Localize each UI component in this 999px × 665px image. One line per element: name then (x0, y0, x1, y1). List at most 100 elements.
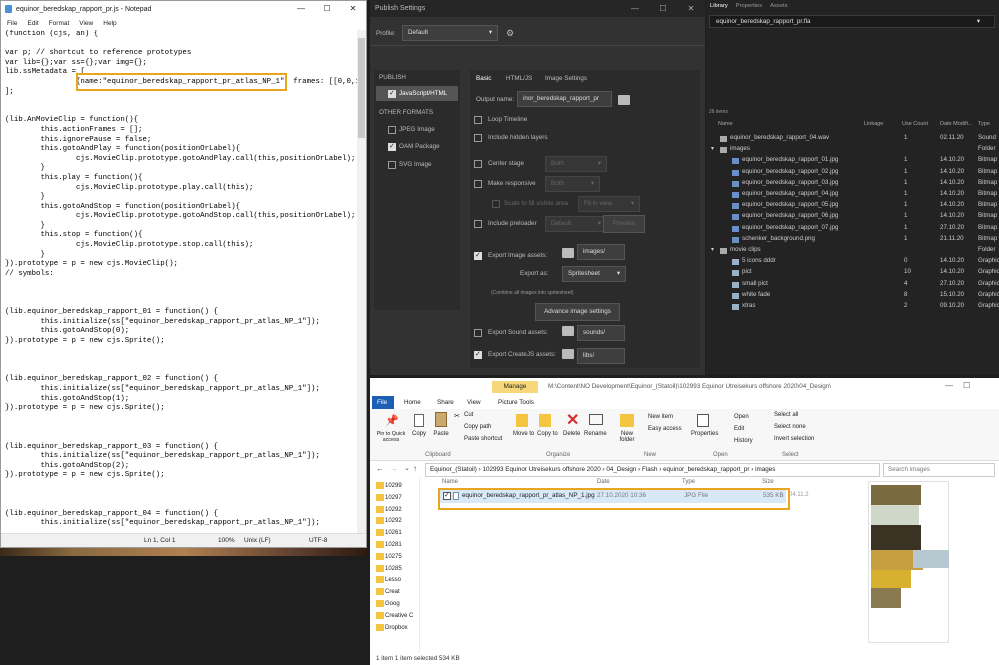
nav-folder-item[interactable]: 10261 (376, 528, 402, 538)
maximize-icon[interactable]: ☐ (314, 1, 340, 17)
copy-to-button[interactable]: Copy to (537, 431, 558, 437)
menu-edit[interactable]: Edit (27, 20, 38, 27)
responsive-checkbox[interactable] (474, 180, 482, 188)
javascript-checkbox[interactable] (388, 89, 396, 98)
minimize-icon[interactable]: — (288, 1, 314, 17)
code-editor[interactable]: (function (cjs, an) { var p; // shortcut… (5, 30, 359, 533)
hidden-layers-checkbox[interactable] (474, 134, 482, 142)
tab-properties[interactable]: Properties (736, 0, 762, 12)
nav-folder-item[interactable]: 10297 (376, 493, 402, 503)
select-none-button[interactable]: Select none (774, 424, 806, 430)
recent-icon[interactable]: ⌄ (404, 464, 410, 472)
invert-selection-button[interactable]: Invert selection (774, 436, 814, 442)
svg-checkbox[interactable] (388, 161, 396, 169)
col-linkage[interactable]: Linkage (864, 121, 883, 127)
nav-folder-item[interactable]: Dropbox (376, 623, 408, 633)
manage-tab[interactable]: Manage (492, 381, 538, 393)
maximize-icon[interactable]: ☐ (649, 0, 677, 17)
library-row[interactable]: small pict 4 27.10.20 Graphic (706, 279, 999, 290)
delete-button[interactable]: Delete (563, 431, 580, 437)
col-name[interactable]: Name (442, 479, 458, 485)
menu-view[interactable]: View (79, 20, 93, 27)
center-stage-select[interactable]: Both ▾ (545, 156, 607, 172)
folder-icon[interactable] (562, 349, 574, 359)
breadcrumb-item[interactable]: Flash (642, 466, 657, 473)
responsive-select[interactable]: Both ▾ (545, 176, 600, 192)
copy-path-button[interactable]: Copy path (464, 424, 491, 430)
folder-icon[interactable] (562, 248, 574, 258)
library-row[interactable]: equinor_beredskap_rapport_07.jpg 1 27.10.2… (706, 223, 999, 234)
vertical-scrollbar[interactable] (357, 30, 366, 533)
rename-button[interactable]: Rename (584, 431, 607, 437)
new-folder-button[interactable]: New folder (616, 431, 638, 443)
library-row[interactable]: schenker_background.png 1 21.11.20 Bitmap (706, 234, 999, 245)
close-icon[interactable]: ✕ (677, 0, 705, 17)
nav-folder-item[interactable]: Lesso (375, 575, 401, 585)
tab-home[interactable]: Home (404, 399, 421, 406)
paste-button[interactable]: Paste (431, 431, 451, 437)
library-row[interactable]: equinor_beredskap_rapport_02.jpg 1 14.10.2… (706, 167, 999, 178)
minimize-icon[interactable]: — (945, 381, 953, 390)
breadcrumb-item[interactable]: Equinor_(Statoil) (430, 466, 477, 473)
col-name[interactable]: Name (718, 121, 733, 127)
nav-folder-item[interactable]: Creat (376, 587, 400, 597)
scale-checkbox[interactable] (492, 200, 500, 208)
library-row[interactable]: equinor_beredskap_rapport_06.jpg 1 14.10.2… (706, 211, 999, 222)
breadcrumb-item[interactable]: 102993 Equinor Utreisekurs offshore 2020 (483, 466, 601, 473)
expand-icon[interactable]: ▾ (711, 246, 714, 253)
copy-button[interactable]: Copy (411, 431, 427, 437)
output-name-input[interactable]: inor_beredskap_rapport_pr (517, 91, 612, 107)
nav-folder-item[interactable]: 10292 (376, 516, 402, 526)
folder-icon[interactable] (618, 95, 630, 105)
jpeg-checkbox[interactable] (388, 126, 396, 134)
library-row[interactable]: xtras 2 09.10.20 Graphic (706, 301, 999, 312)
tab-assets[interactable]: Assets (770, 0, 787, 12)
nav-folder-item[interactable]: 10292 (376, 505, 402, 515)
advanced-image-settings-button[interactable]: Advance image settings (535, 303, 620, 321)
library-row[interactable]: pict 10 14.10.20 Graphic (706, 267, 999, 278)
menu-format[interactable]: Format (49, 20, 70, 27)
library-row[interactable]: equinor_beredskap_rapport_05.jpg 1 14.10.2… (706, 200, 999, 211)
paste-shortcut-button[interactable]: Paste shortcut (464, 436, 502, 442)
preview-button[interactable]: Preview (603, 215, 645, 233)
library-row[interactable]: equinor_beredskap_rapport_03.jpg 1 14.10.2… (706, 178, 999, 189)
nav-folder-item[interactable]: 10281 (376, 540, 402, 550)
close-icon[interactable]: ✕ (340, 1, 366, 17)
loop-checkbox[interactable] (474, 116, 482, 124)
move-to-button[interactable]: Move to (513, 431, 534, 437)
back-icon[interactable]: ← (376, 464, 384, 473)
properties-button[interactable]: Properties (691, 431, 718, 437)
minimize-icon[interactable]: — (621, 0, 649, 17)
export-images-checkbox[interactable] (474, 251, 482, 260)
export-sound-checkbox[interactable] (474, 329, 482, 337)
nav-folder-item[interactable]: 10299 (376, 481, 402, 491)
nav-folder-item[interactable]: 10275 (376, 552, 402, 562)
tab-library[interactable]: Library (710, 0, 728, 12)
scrollbar-thumb[interactable] (358, 38, 365, 138)
easy-access-button[interactable]: Easy access (648, 426, 682, 432)
gear-icon[interactable]: ⚙ (506, 28, 514, 39)
library-row[interactable]: equinor_beredskap_rapport_04.wav 1 02.11.2… (706, 133, 999, 144)
preloader-select[interactable]: Default ▾ (545, 216, 607, 232)
sounds-folder-input[interactable]: sounds/ (577, 325, 625, 341)
export-createjs-checkbox[interactable] (474, 350, 482, 359)
col-use-count[interactable]: Use Count (902, 121, 928, 127)
col-type[interactable]: Type (978, 121, 990, 127)
library-row[interactable]: white fade 8 15.10.20 Graphic (706, 290, 999, 301)
tab-image-settings[interactable]: Image Settings (545, 75, 587, 82)
images-folder-input[interactable]: images/ (577, 244, 625, 260)
col-date[interactable]: Date (597, 479, 610, 485)
new-item-button[interactable]: New item (648, 414, 673, 420)
search-input[interactable]: Search images (883, 463, 995, 477)
scale-select[interactable]: Fit in view ▾ (578, 196, 640, 212)
breadcrumb-item[interactable]: 04_Design (606, 466, 636, 473)
library-row[interactable]: 5 icons dddr 0 14.10.20 Graphic (706, 256, 999, 267)
tab-share[interactable]: Share (437, 399, 454, 406)
select-all-button[interactable]: Select all (774, 412, 798, 418)
oam-checkbox[interactable] (388, 142, 396, 151)
menu-help[interactable]: Help (103, 20, 116, 27)
tab-file[interactable]: File (377, 399, 387, 406)
breadcrumb-item[interactable]: images (755, 466, 775, 473)
library-row[interactable]: equinor_beredskap_rapport_01.jpg 1 14.10.2… (706, 155, 999, 166)
nav-folder-item[interactable]: Creative C (375, 611, 413, 621)
